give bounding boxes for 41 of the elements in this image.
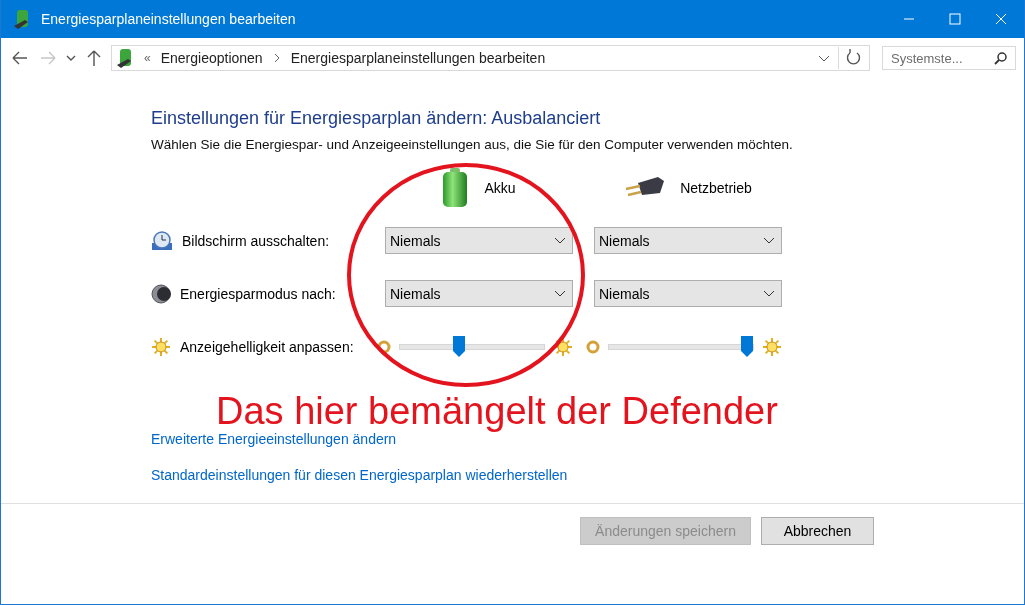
breadcrumb[interactable]: Energiesparplaneinstellungen bearbeiten bbox=[290, 50, 546, 66]
chevron-right-icon bbox=[272, 53, 281, 63]
annotation-text: Das hier bemängelt der Defender bbox=[216, 390, 778, 433]
battery-icon bbox=[442, 168, 469, 208]
setting-label: Bildschirm ausschalten: bbox=[182, 232, 330, 249]
overflow-chevrons: « bbox=[144, 51, 151, 65]
chevron-down-icon bbox=[554, 289, 566, 298]
link[interactable]: Erweiterte Energieeinstellungen ändern bbox=[151, 431, 397, 447]
setting-label: Energiesparmodus nach: bbox=[180, 285, 336, 302]
column-header: Akku bbox=[484, 180, 516, 196]
setting-label: Anzeigehelligkeit anpassen: bbox=[180, 338, 354, 355]
window-title: Energiesparplaneinstellungen bearbeiten bbox=[41, 11, 297, 27]
bright-sun-icon bbox=[553, 336, 573, 357]
dim-sun-icon bbox=[377, 339, 391, 354]
search-icon bbox=[994, 51, 1008, 65]
slider-thumb[interactable] bbox=[452, 335, 465, 358]
dropdown[interactable]: Niemals bbox=[385, 227, 573, 254]
search-field[interactable]: Systemste... bbox=[882, 46, 1016, 70]
chevron-down-icon bbox=[763, 289, 775, 298]
clock-monitor-icon bbox=[151, 230, 173, 251]
column-header: Netzbetrieb bbox=[680, 180, 752, 196]
description-text: Wählen Sie die Energiespar- und Anzeigeeinstellungen aus, die Sie für den Computer verwenden möchten. bbox=[151, 137, 794, 152]
moon-icon bbox=[151, 283, 171, 304]
address-bar[interactable]: « Energieoptionen Energiesparplaneinstellungen bearbeiten bbox=[111, 45, 870, 71]
bright-sun-icon bbox=[762, 336, 782, 357]
dim-sun-icon bbox=[586, 339, 600, 354]
link[interactable]: Standardeinstellungen für diesen Energiesparplan wiederherstellen bbox=[151, 467, 568, 483]
sun-icon bbox=[151, 336, 171, 357]
slider-thumb[interactable] bbox=[740, 335, 753, 358]
brightness-slider[interactable] bbox=[608, 335, 754, 358]
chevron-down-icon bbox=[554, 236, 566, 245]
dropdown[interactable]: Niemals bbox=[594, 280, 782, 307]
chevron-down-icon bbox=[763, 236, 775, 245]
breadcrumb[interactable]: Energieoptionen bbox=[160, 50, 263, 66]
cancel-button[interactable]: Abbrechen bbox=[761, 517, 874, 545]
brightness-slider[interactable] bbox=[399, 335, 545, 358]
dropdown[interactable]: Niemals bbox=[385, 280, 573, 307]
power-plug-icon bbox=[624, 177, 665, 199]
page-heading: Einstellungen für Energiesparplan ändern: Ausbalanciert bbox=[151, 108, 602, 129]
chevron-down-icon[interactable] bbox=[818, 53, 830, 63]
dropdown[interactable]: Niemals bbox=[594, 227, 782, 254]
